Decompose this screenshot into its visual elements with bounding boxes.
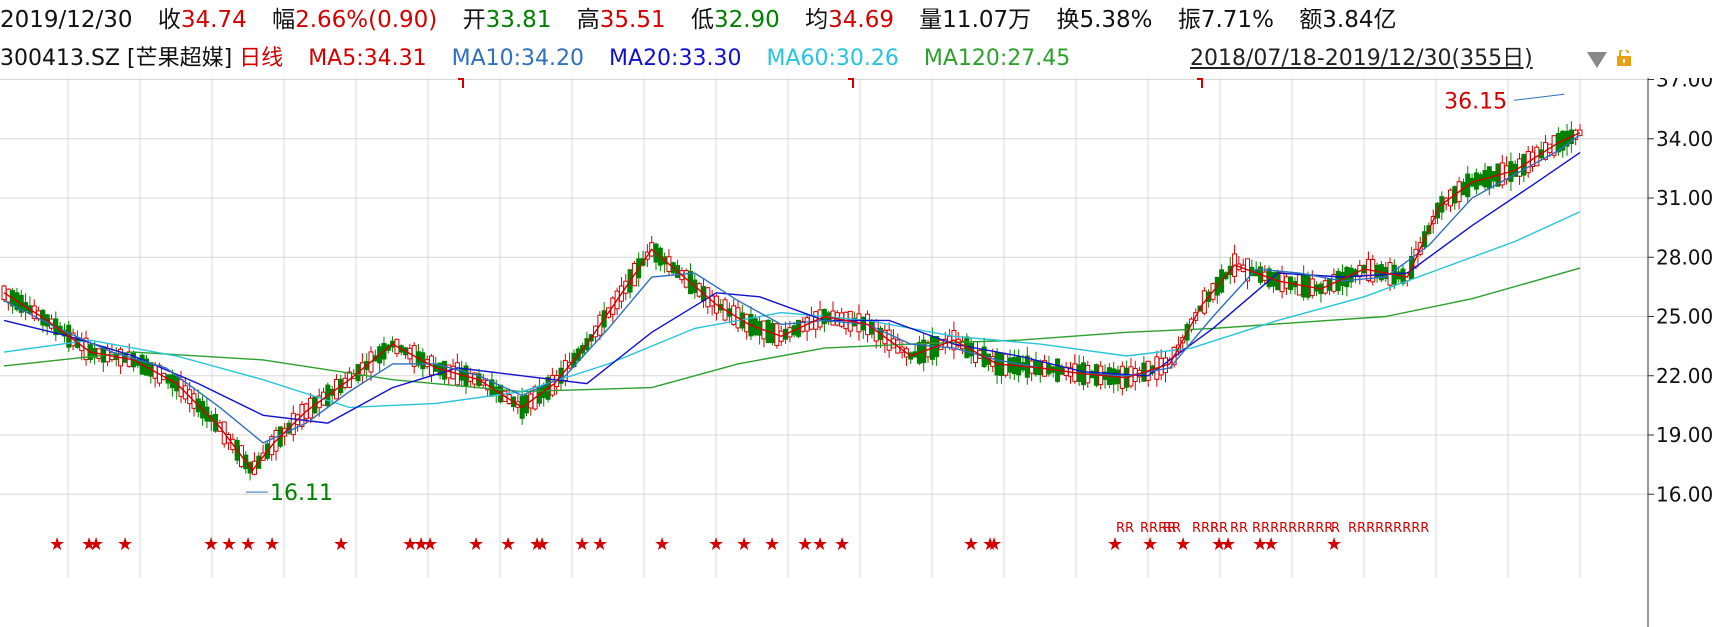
low-label: 16.11 <box>270 481 333 506</box>
ma60-label: MA60:30.26 <box>766 46 899 71</box>
y-tick-label: 31.00 <box>1656 186 1713 210</box>
y-tick-label: 37.00 <box>1656 78 1713 92</box>
signal-star: ★ <box>240 534 256 555</box>
open-label: 开 <box>462 7 486 33</box>
dropdown-triangle-icon[interactable] <box>1587 52 1607 68</box>
low-label: 低 <box>690 7 714 33</box>
flag-marker <box>848 78 854 88</box>
signal-star: ★ <box>797 534 813 555</box>
close-label: 收 <box>157 7 181 33</box>
y-tick-label: 28.00 <box>1656 245 1713 269</box>
signal-star: ★ <box>117 534 133 555</box>
flag-marker <box>458 78 464 88</box>
signal-star: ★ <box>1175 534 1191 555</box>
stock-code: 300413.SZ [芒果超媒] <box>0 46 233 71</box>
amplitude-value: 7.71% <box>1200 7 1274 33</box>
signal-star: ★ <box>963 534 979 555</box>
turnover-label: 换 <box>1056 7 1080 33</box>
candle-body <box>1 285 7 301</box>
ma10-line <box>3 134 1581 444</box>
signal-star: ★ <box>264 534 280 555</box>
signal-star: ★ <box>49 534 65 555</box>
high-value: 35.51 <box>599 7 666 33</box>
open-value: 33.81 <box>485 7 552 33</box>
signal-star: ★ <box>654 534 670 555</box>
signal-star: ★ <box>834 534 850 555</box>
amplitude-label: 振 <box>1177 7 1201 33</box>
signal-star: ★ <box>986 534 1002 555</box>
signal-r: RR <box>1210 521 1228 536</box>
high-label: 高 <box>576 7 600 33</box>
ma120-label: MA120:27.45 <box>923 46 1071 71</box>
signal-star: ★ <box>1142 534 1158 555</box>
signal-star: ★ <box>736 534 752 555</box>
y-tick-label: 22.00 <box>1656 364 1713 388</box>
kline-chart[interactable]: 37.00 34.00 31.00 28.00 25.00 22.00 19.00 16.00… <box>0 78 1726 627</box>
quote-date: 2019/12/30 <box>0 7 133 33</box>
signal-star: ★ <box>221 534 237 555</box>
quote-header: 2019/12/30 收34.74 幅2.66%(0.90) 开33.81 高3… <box>0 0 1726 40</box>
change-label: 幅 <box>272 7 296 33</box>
signal-star: ★ <box>500 534 516 555</box>
indicator-bar: 300413.SZ [芒果超媒] 日线 MA5:34.31 MA10:34.20… <box>0 40 1726 78</box>
signal-star: ★ <box>422 534 438 555</box>
ma20-line <box>3 152 1581 424</box>
high-label: 36.15 <box>1444 89 1507 114</box>
period-label[interactable]: 日线 <box>239 40 283 78</box>
signal-star: ★ <box>1107 534 1123 555</box>
signal-r: RR <box>1116 521 1134 536</box>
signal-star: ★ <box>1220 534 1236 555</box>
signal-star: ★ <box>88 534 104 555</box>
signal-star: ★ <box>764 534 780 555</box>
signal-star: ★ <box>468 534 484 555</box>
amount-label: 额 <box>1299 7 1323 33</box>
avg-value: 34.69 <box>828 7 894 33</box>
signal-r: RRRRRRRRR <box>1252 521 1333 536</box>
high-arrow <box>1514 93 1565 101</box>
change-value: 2.66%(0.90) <box>295 7 438 33</box>
signal-star: ★ <box>1263 534 1279 555</box>
ma60-line <box>3 211 1581 409</box>
close-value: 34.74 <box>180 7 247 33</box>
signal-star: ★ <box>1326 534 1342 555</box>
signal-r: RRRRRRRRR <box>1348 521 1429 536</box>
volume-label: 量 <box>919 7 943 33</box>
ma20-label: MA20:33.30 <box>609 46 742 71</box>
y-tick-label: 16.00 <box>1656 482 1713 506</box>
ma10-label: MA10:34.20 <box>451 46 585 71</box>
signal-star: ★ <box>574 534 590 555</box>
signal-r: R <box>1331 521 1340 536</box>
flag-marker <box>1197 78 1203 88</box>
signal-star: ★ <box>333 534 349 555</box>
low-value: 32.90 <box>713 7 780 33</box>
volume-value: 11.07万 <box>942 7 1032 33</box>
amount-value: 3.84亿 <box>1322 7 1397 33</box>
y-tick-label: 19.00 <box>1656 423 1713 447</box>
lock-icon[interactable] <box>1615 50 1633 66</box>
signal-star: ★ <box>592 534 608 555</box>
turnover-value: 5.38% <box>1079 7 1153 33</box>
y-tick-label: 25.00 <box>1656 305 1713 329</box>
signal-star: ★ <box>812 534 828 555</box>
signal-star: ★ <box>708 534 724 555</box>
signal-star: ★ <box>203 534 219 555</box>
signal-r: RR <box>1163 521 1181 536</box>
signal-r: RR <box>1230 521 1248 536</box>
y-tick-label: 34.00 <box>1656 127 1713 151</box>
avg-label: 均 <box>805 7 829 33</box>
date-range[interactable]: 2018/07/18-2019/12/30(355日) <box>1190 40 1533 78</box>
signal-star: ★ <box>534 534 550 555</box>
ma5-label: MA5:34.31 <box>308 46 427 71</box>
